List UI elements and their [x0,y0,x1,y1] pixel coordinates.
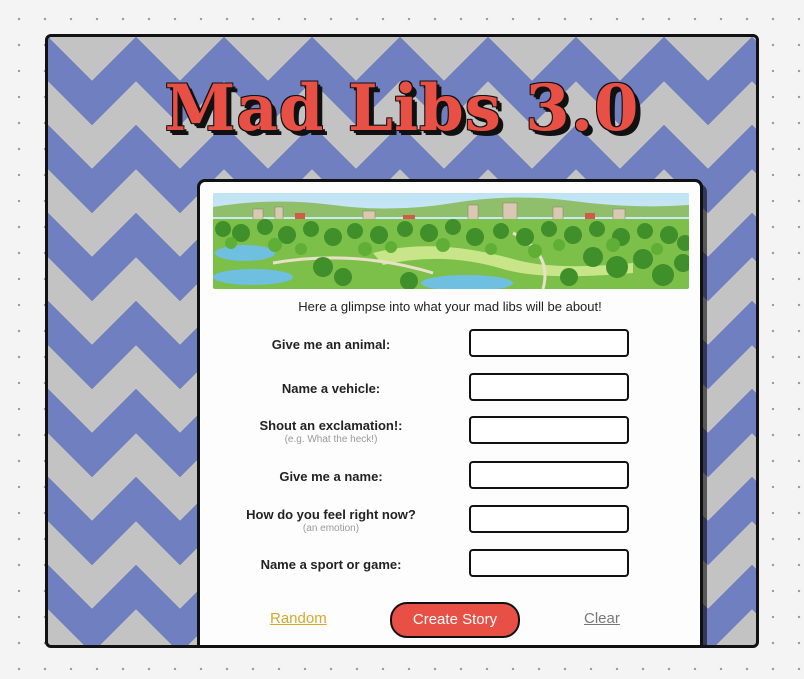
field-hint: (an emotion) [302,523,360,534]
emotion-input[interactable] [469,505,629,533]
chevron-frame: Mad Libs 3.0 Here a glimpse into what yo… [45,34,759,648]
field-row-name: Give me a name: [200,461,700,493]
sport-input[interactable] [469,549,629,577]
field-label: Give me a name: [279,469,383,484]
field-label: Give me an animal: [271,337,391,352]
glimpse-text: Here a glimpse into what your mad libs w… [298,299,602,314]
park-banner-image [213,193,689,289]
random-button[interactable]: Random [270,602,327,636]
field-row-exclamation: Shout an exclamation!: (e.g. What the he… [200,416,700,448]
field-label: Shout an exclamation!: [259,418,403,433]
field-row-sport: Name a sport or game: [200,549,700,581]
name-input[interactable] [469,461,629,489]
vehicle-input[interactable] [469,373,629,401]
field-row-emotion: How do you feel right now? (an emotion) [200,505,700,537]
field-row-vehicle: Name a vehicle: [200,373,700,405]
field-row-animal: Give me an animal: [200,329,700,361]
create-story-button[interactable]: Create Story [390,602,520,638]
exclamation-input[interactable] [469,416,629,444]
field-label: How do you feel right now? [246,507,416,522]
field-hint: (e.g. What the heck!) [284,434,378,445]
form-actions: Random Create Story Clear [200,602,700,638]
field-label: Name a vehicle: [281,381,381,396]
page-title: Mad Libs 3.0 [164,71,640,146]
field-label: Name a sport or game: [260,557,402,572]
clear-button[interactable]: Clear [584,602,620,636]
form-card: Here a glimpse into what your mad libs w… [197,179,703,645]
animal-input[interactable] [469,329,629,357]
